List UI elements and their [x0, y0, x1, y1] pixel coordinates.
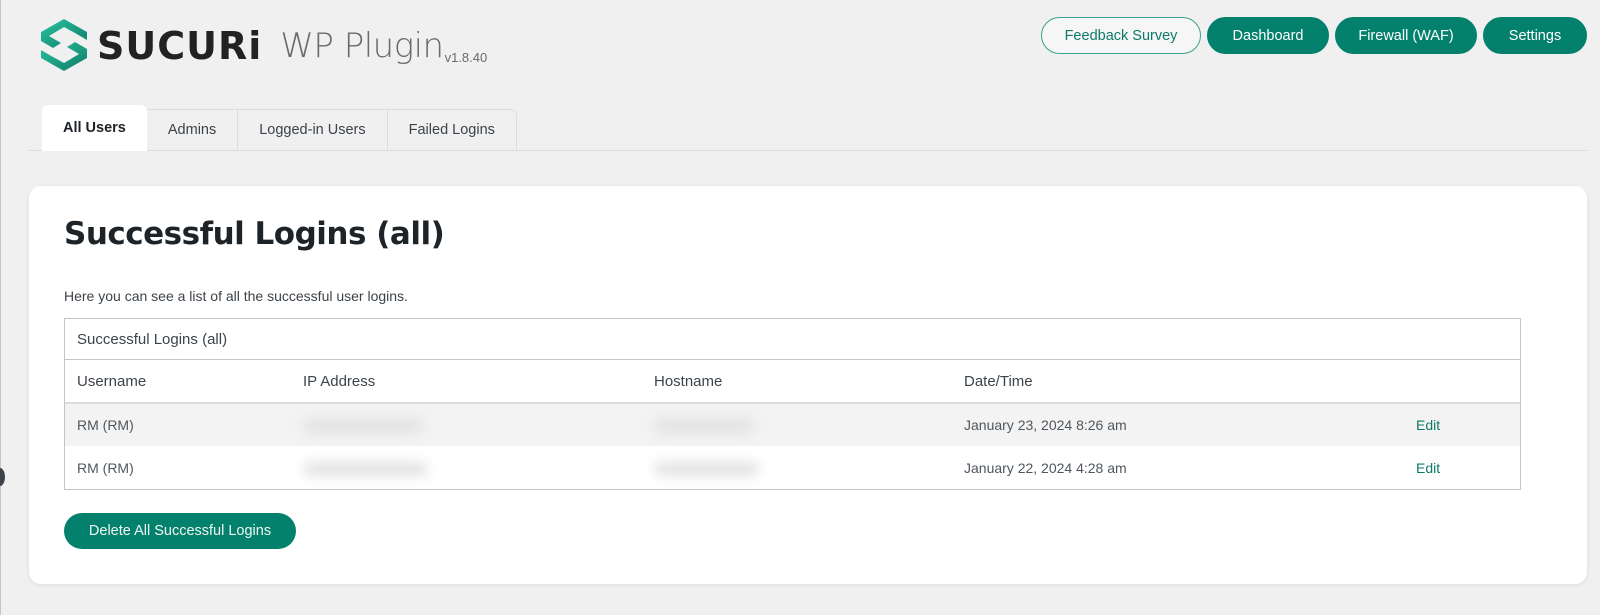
cell-hostname — [642, 403, 952, 446]
logins-table: Username IP Address Hostname Date/Time R… — [65, 360, 1520, 489]
brand-logo[interactable]: SUCURi WP Plugin v1.8.40 — [39, 18, 487, 72]
feedback-survey-button[interactable]: Feedback Survey — [1041, 17, 1201, 54]
column-header-hostname: Hostname — [642, 360, 952, 404]
successful-logins-panel: Successful Logins (all) Here you can see… — [29, 186, 1587, 584]
cell-datetime: January 23, 2024 8:26 am — [952, 403, 1404, 446]
cell-actions: Edit — [1404, 403, 1520, 446]
table-header-row: Username IP Address Hostname Date/Time — [65, 360, 1520, 404]
table-row: RM (RM) January 23, 2024 8:26 am Edit — [65, 403, 1520, 446]
tab-logged-in-users[interactable]: Logged-in Users — [238, 109, 388, 150]
logins-table-container: Successful Logins (all) Username IP Addr… — [64, 318, 1521, 490]
users-tabs: All Users Admins Logged-in Users Failed … — [28, 105, 1587, 151]
firewall-waf-button[interactable]: Firewall (WAF) — [1335, 17, 1477, 54]
column-header-actions — [1404, 360, 1520, 404]
settings-button[interactable]: Settings — [1483, 17, 1587, 54]
redacted-hostname — [654, 461, 759, 476]
column-header-datetime: Date/Time — [952, 360, 1404, 404]
redacted-ip — [303, 461, 428, 476]
header: SUCURi WP Plugin v1.8.40 Feedback Survey… — [1, 0, 1600, 100]
delete-all-successful-logins-button[interactable]: Delete All Successful Logins — [64, 513, 296, 549]
table-caption: Successful Logins (all) — [65, 319, 1520, 360]
panel-description: Here you can see a list of all the succe… — [64, 288, 408, 304]
version-label: v1.8.40 — [444, 50, 488, 65]
sucuri-hexagon-logo-icon — [41, 19, 87, 71]
column-header-ip-address: IP Address — [291, 360, 642, 404]
edit-link[interactable]: Edit — [1416, 417, 1440, 433]
cell-ip-address — [291, 446, 642, 489]
cell-ip-address — [291, 403, 642, 446]
column-header-username: Username — [65, 360, 291, 404]
page-title: Successful Logins (all) — [64, 216, 445, 252]
top-navigation: Feedback Survey Dashboard Firewall (WAF)… — [1041, 17, 1587, 54]
tab-failed-logins[interactable]: Failed Logins — [387, 109, 517, 150]
product-name: WP Plugin — [280, 26, 444, 66]
cell-username: RM (RM) — [65, 403, 291, 446]
redacted-hostname — [654, 419, 754, 434]
cell-actions: Edit — [1404, 446, 1520, 489]
brand-name: SUCURi — [97, 24, 263, 68]
cell-datetime: January 22, 2024 4:28 am — [964, 459, 1127, 476]
tab-all-users[interactable]: All Users — [42, 105, 147, 151]
dashboard-button[interactable]: Dashboard — [1207, 17, 1329, 54]
cell-hostname — [642, 446, 952, 489]
window-edge-handle — [0, 468, 5, 486]
edit-link[interactable]: Edit — [1416, 460, 1440, 476]
redacted-ip — [303, 419, 423, 434]
tab-admins[interactable]: Admins — [146, 109, 239, 150]
cell-username: RM (RM) — [77, 459, 134, 476]
table-row: RM (RM) January 22, 2024 4:28 am Edit — [65, 446, 1520, 489]
